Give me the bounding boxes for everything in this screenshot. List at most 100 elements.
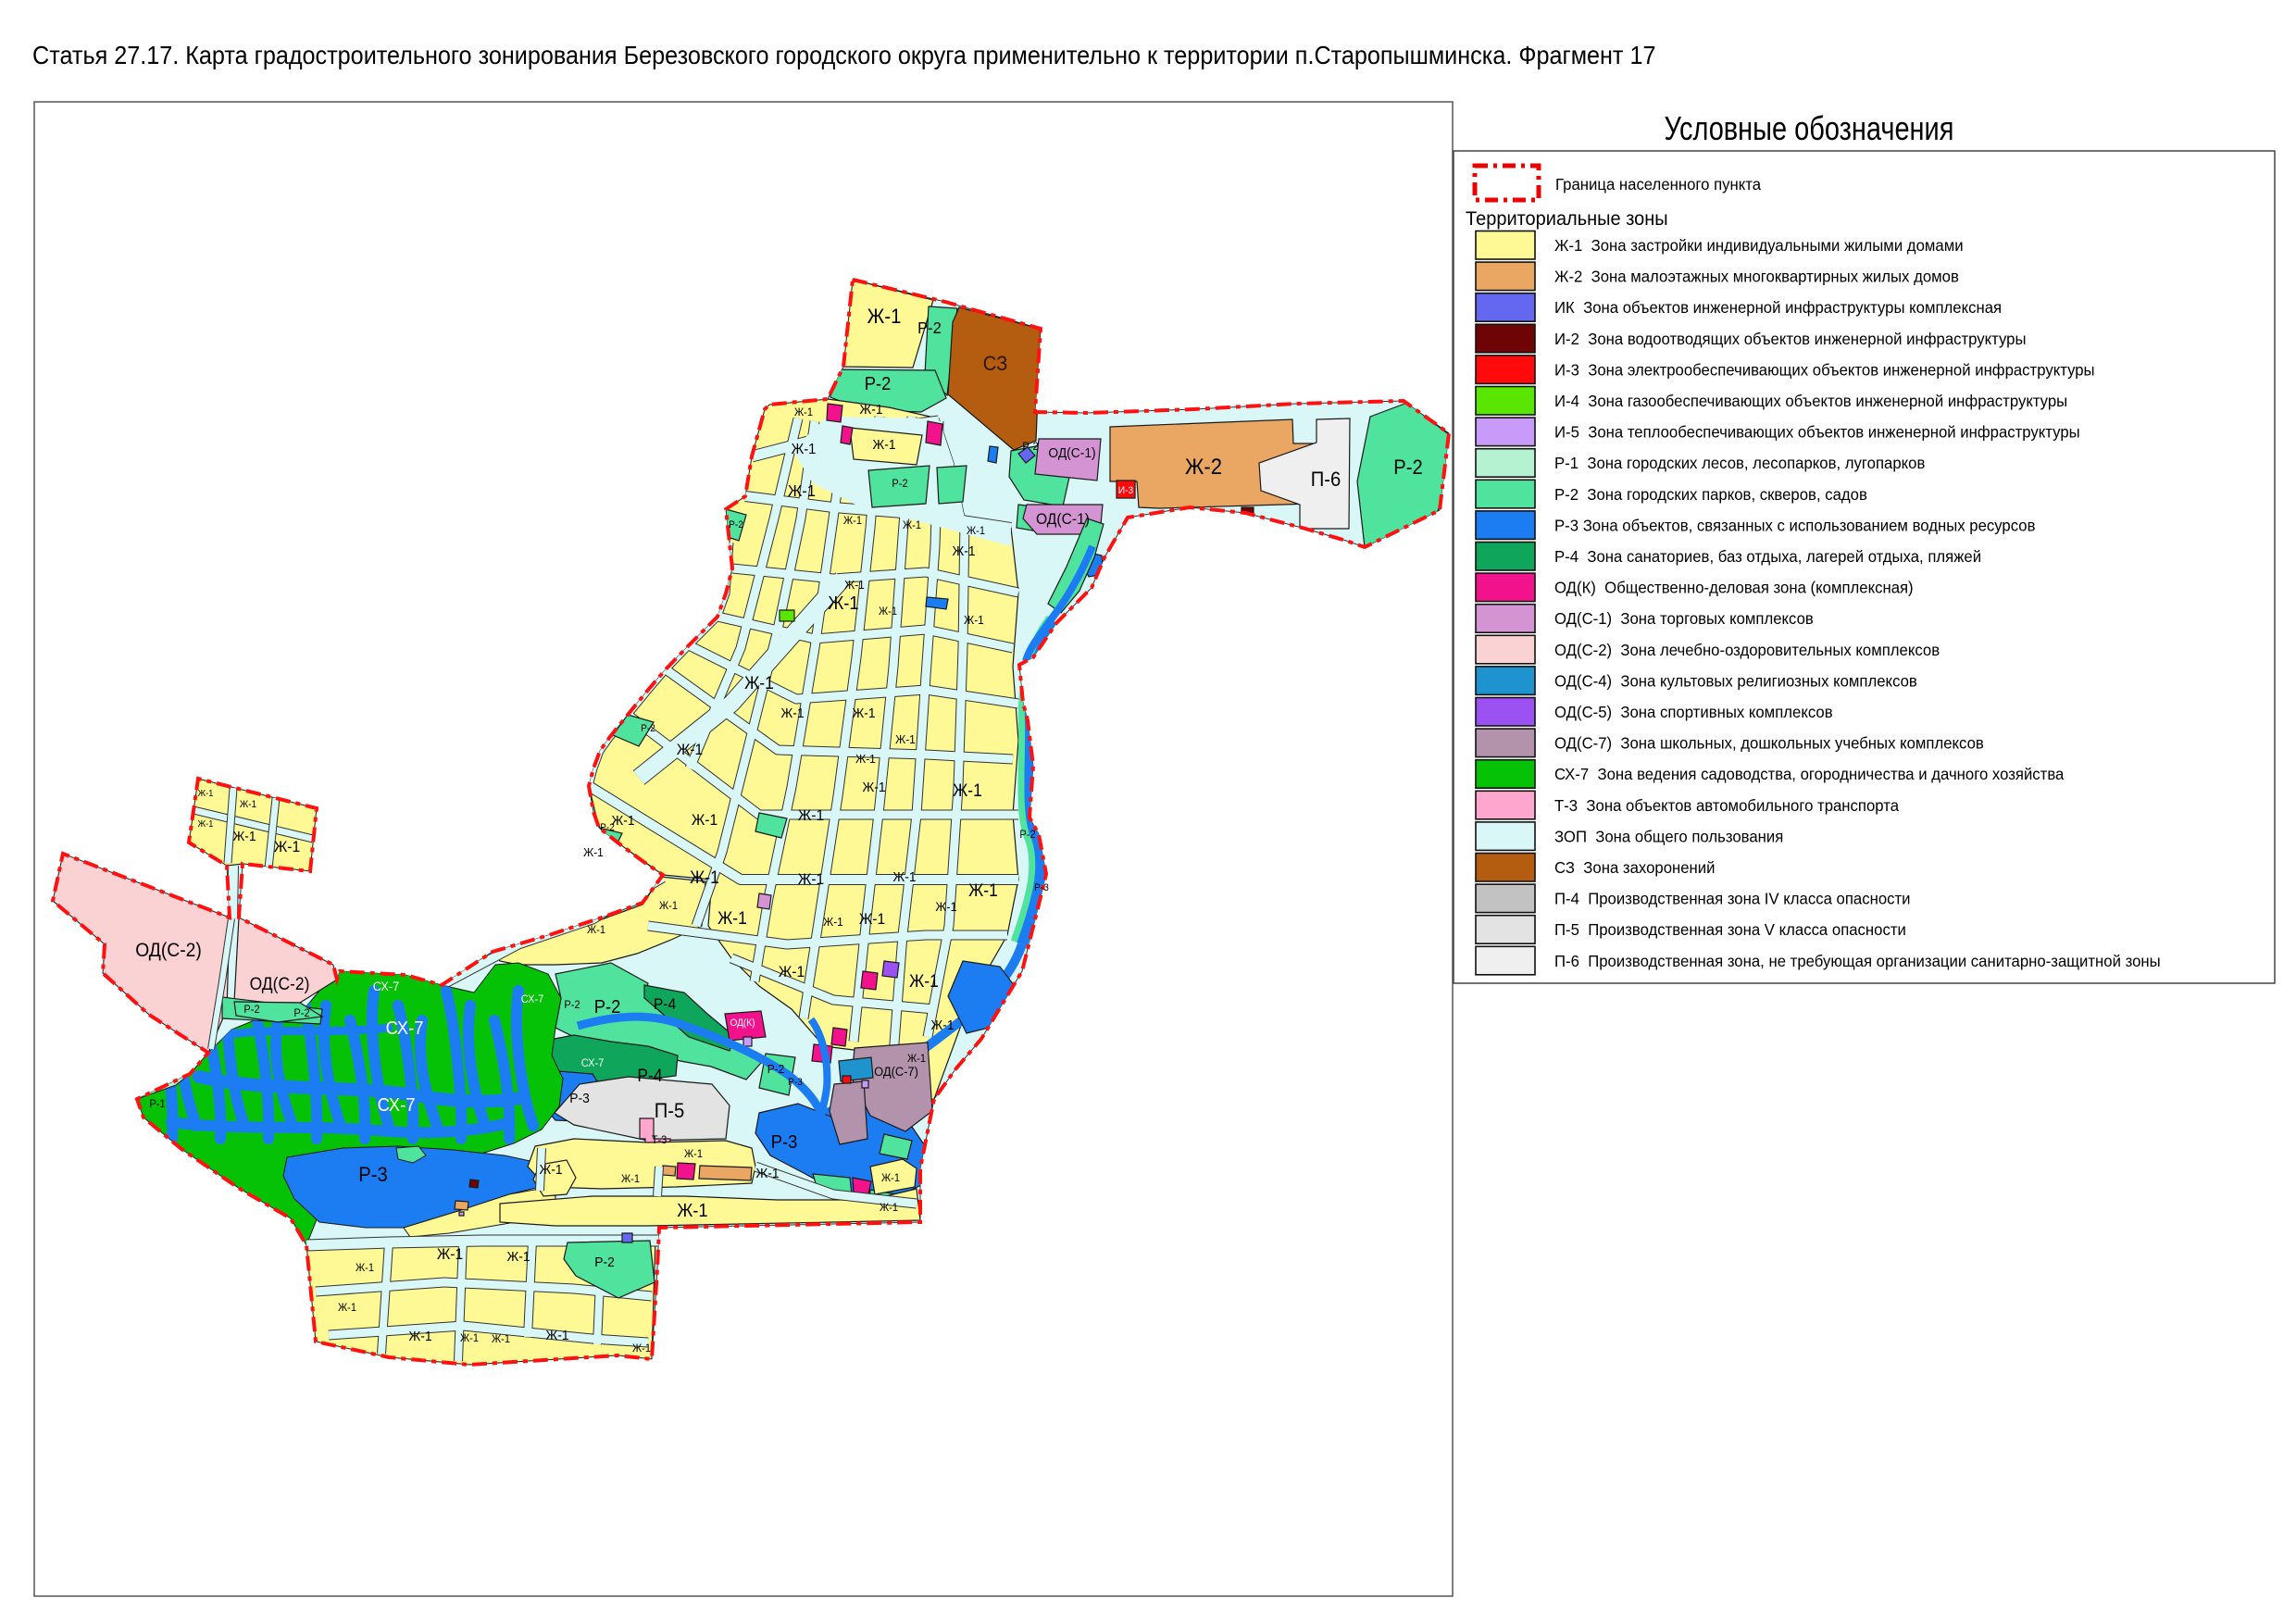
svg-text:ОД(С-1) Зона торговых комплек: ОД(С-1) Зона торговых комплексов — [1554, 609, 1814, 629]
svg-text:ОД(С-7) Зона школьных, дошкол: ОД(С-7) Зона школьных, дошкольных учебны… — [1554, 733, 1984, 753]
svg-text:Ж-1: Ж-1 — [823, 916, 843, 930]
svg-text:Ж-1: Ж-1 — [952, 544, 975, 560]
svg-text:СХ-7: СХ-7 — [386, 1018, 424, 1039]
svg-text:Р-2: Р-2 — [865, 374, 892, 394]
svg-text:Ж-1: Ж-1 — [907, 1054, 926, 1065]
svg-text:Ж-1: Ж-1 — [798, 870, 824, 888]
svg-text:Ж-1: Ж-1 — [909, 970, 939, 991]
svg-text:И-2 Зона водоотводящих объект: И-2 Зона водоотводящих объектов инженерн… — [1554, 329, 2027, 348]
svg-text:И-4 Зона газообеспечивающих о: И-4 Зона газообеспечивающих объектов инж… — [1554, 391, 2067, 410]
svg-text:Р-2: Р-2 — [564, 1000, 580, 1011]
svg-text:Ж-1: Ж-1 — [895, 733, 916, 747]
svg-text:Ж-1: Ж-1 — [859, 910, 885, 928]
svg-text:Ж-1: Ж-1 — [892, 870, 916, 886]
svg-text:Ж-1 Зона застройки индивидуал: Ж-1 Зона застройки индивидуальными жилым… — [1554, 235, 1964, 255]
svg-text:Р-1 Зона городских лесов, лес: Р-1 Зона городских лесов, лесопарков, лу… — [1554, 454, 1925, 473]
svg-text:Ж-1: Ж-1 — [779, 963, 805, 980]
svg-text:ОД(С-5) Зона спортивных компл: ОД(С-5) Зона спортивных комплексов — [1554, 702, 1833, 721]
svg-text:Ж-1: Ж-1 — [240, 799, 256, 810]
svg-text:Ж-1: Ж-1 — [843, 516, 862, 527]
svg-text:ЗОП Зона общего пользования: ЗОП Зона общего пользования — [1554, 827, 1783, 846]
svg-text:И-3 Зона электрообеспечивающи: И-3 Зона электрообеспечивающих объектов … — [1554, 360, 2095, 380]
svg-text:СХ-7: СХ-7 — [521, 994, 544, 1005]
svg-text:Ж-2 Зона малоэтажных многоква: Ж-2 Зона малоэтажных многоквартирных жил… — [1554, 267, 1959, 286]
svg-text:Ж-1: Ж-1 — [794, 407, 813, 418]
svg-text:Р-4: Р-4 — [637, 1065, 662, 1085]
svg-text:Р-3: Р-3 — [569, 1092, 589, 1107]
svg-text:И-3: И-3 — [1118, 485, 1133, 496]
svg-text:Ж-1: Ж-1 — [852, 706, 875, 722]
svg-text:Р-2: Р-2 — [1022, 442, 1038, 453]
svg-text:Р-3: Р-3 — [358, 1164, 387, 1186]
svg-text:Р-2: Р-2 — [641, 723, 655, 734]
svg-text:Статья 27.17. Карта градострои: Статья 27.17. Карта градостроительного з… — [32, 41, 1655, 70]
svg-text:Ж-1: Ж-1 — [587, 925, 605, 936]
svg-text:Ж-1: Ж-1 — [492, 1334, 510, 1345]
svg-text:Ж-1: Ж-1 — [792, 441, 817, 457]
svg-text:Ж-1: Ж-1 — [677, 1201, 707, 1221]
svg-text:Ж-1: Ж-1 — [859, 403, 882, 418]
svg-text:ОД(С-7): ОД(С-7) — [874, 1065, 918, 1080]
svg-text:Ж-1: Ж-1 — [744, 672, 774, 693]
svg-text:П-5 Производственная зона V к: П-5 Производственная зона V класса опасн… — [1554, 920, 1906, 940]
svg-text:Т-3 Зона объектов автомобильн: Т-3 Зона объектов автомобильного транспо… — [1554, 795, 1899, 815]
svg-text:Р-2: Р-2 — [892, 479, 907, 490]
svg-text:Р-2: Р-2 — [594, 997, 621, 1017]
svg-text:Ж-1: Ж-1 — [967, 526, 985, 537]
svg-text:Р-3 Зона объектов, связанных с: Р-3 Зона объектов, связанных с использов… — [1554, 516, 2035, 535]
svg-text:Ж-1: Ж-1 — [338, 1303, 356, 1314]
svg-text:Граница населенного пункта: Граница населенного пункта — [1555, 174, 1761, 194]
svg-text:Ж-1: Ж-1 — [862, 780, 885, 796]
svg-text:СЗ: СЗ — [983, 353, 1008, 375]
svg-text:ОД(С-2) Зона лечебно-оздорови: ОД(С-2) Зона лечебно-оздоровительных ком… — [1554, 640, 1940, 659]
svg-text:Ж-1: Ж-1 — [632, 1343, 651, 1355]
svg-text:Ж-1: Ж-1 — [408, 1330, 431, 1345]
svg-text:ОД(К): ОД(К) — [730, 1017, 755, 1029]
svg-text:Ж-1: Ж-1 — [677, 741, 703, 758]
svg-text:Ж-1: Ж-1 — [855, 753, 876, 767]
svg-text:П-4 Производственная зона IV: П-4 Производственная зона IV класса опас… — [1554, 889, 1911, 908]
svg-text:Условные обозначения: Условные обозначения — [1665, 109, 1954, 147]
svg-text:Ж-1: Ж-1 — [545, 1329, 568, 1344]
svg-text:Р-2: Р-2 — [293, 1008, 309, 1019]
svg-text:Р-2: Р-2 — [243, 1005, 259, 1016]
svg-text:Ж-1: Ж-1 — [539, 1163, 562, 1179]
svg-text:Ж-1: Ж-1 — [437, 1245, 463, 1263]
svg-text:Р-1: Р-1 — [149, 1099, 165, 1110]
svg-text:Ж-1: Ж-1 — [755, 1167, 779, 1182]
svg-text:Ж-1: Ж-1 — [798, 806, 824, 824]
svg-text:Р-2: Р-2 — [767, 1063, 785, 1077]
svg-text:Ж-1: Ж-1 — [964, 614, 984, 628]
svg-text:Ж-1: Ж-1 — [953, 780, 982, 800]
svg-text:Ж-1: Ж-1 — [788, 481, 816, 500]
svg-text:ОД(С-2): ОД(С-2) — [135, 940, 202, 961]
svg-text:Ж-1: Ж-1 — [232, 830, 256, 845]
svg-text:ОД(К) Общественно-деловая зон: ОД(К) Общественно-деловая зона (комплекс… — [1554, 578, 1914, 597]
svg-text:Ж-1: Ж-1 — [879, 606, 897, 618]
svg-text:Р-2: Р-2 — [1393, 456, 1422, 479]
svg-text:Ж-1: Ж-1 — [684, 1149, 703, 1160]
svg-text:Ж-1: Ж-1 — [968, 880, 998, 900]
svg-text:ОД(С-1): ОД(С-1) — [1036, 510, 1090, 528]
svg-text:И-5 Зона теплообеспечивающих: И-5 Зона теплообеспечивающих объектов ин… — [1554, 422, 2080, 442]
svg-text:Ж-1: Ж-1 — [621, 1174, 640, 1185]
svg-text:СХ-7: СХ-7 — [378, 1095, 416, 1116]
svg-text:П-6: П-6 — [1311, 468, 1341, 491]
svg-text:Ж-1: Ж-1 — [903, 520, 921, 531]
svg-text:Ж-1: Ж-1 — [583, 846, 604, 860]
svg-text:П-6 Производственная зона, не: П-6 Производственная зона, не требующая … — [1554, 951, 2161, 970]
svg-text:Р-3: Р-3 — [1034, 882, 1049, 893]
svg-text:Ж-1: Ж-1 — [872, 438, 895, 454]
svg-text:Р-2 Зона городских парков, ск: Р-2 Зона городских парков, скверов, садо… — [1554, 484, 1867, 504]
svg-text:Р-2: Р-2 — [600, 822, 615, 833]
svg-text:Ж-1: Ж-1 — [692, 811, 718, 829]
svg-text:Ж-1: Ж-1 — [881, 1173, 900, 1184]
svg-text:ИК Зона объектов инженерной и: ИК Зона объектов инженерной инфраструкту… — [1554, 298, 2002, 318]
svg-text:Территориальные зоны: Территориальные зоны — [1466, 207, 1668, 230]
svg-text:Р-4 Зона санаториев, баз отды: Р-4 Зона санаториев, баз отдыха, лагерей… — [1554, 546, 1981, 566]
svg-text:Ж-1: Ж-1 — [274, 838, 300, 855]
svg-text:Ж-1: Ж-1 — [460, 1333, 479, 1344]
svg-text:ОД(С-1): ОД(С-1) — [1048, 446, 1095, 462]
svg-text:Р-2: Р-2 — [594, 1255, 614, 1271]
svg-text:СХ-7 Зона ведения садоводства: СХ-7 Зона ведения садоводства, огороднич… — [1554, 765, 2065, 784]
